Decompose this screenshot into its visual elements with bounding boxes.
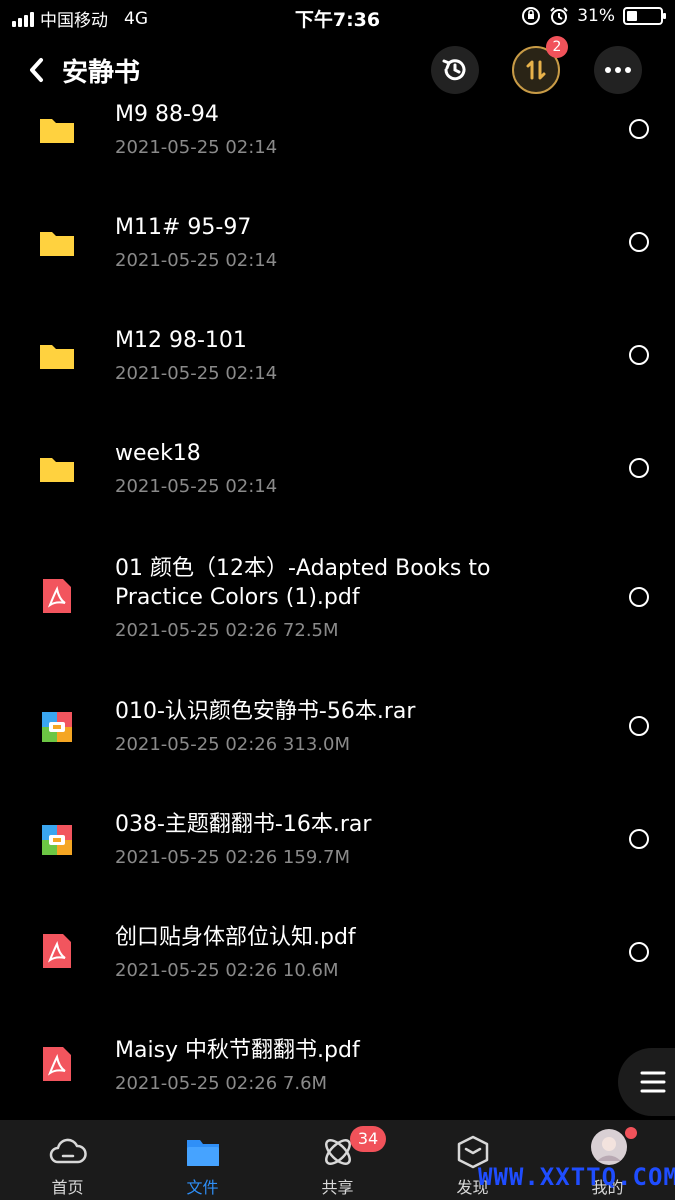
watermark: WWW.XXTTQ.COM [478, 1163, 675, 1191]
tab-share[interactable]: 34 共享 [270, 1120, 405, 1200]
notification-dot [625, 1127, 637, 1139]
item-meta: 2021-05-25 02:14 [115, 476, 278, 497]
transfer-icon [526, 60, 546, 80]
item-meta: 2021-05-25 02:26 313.0M [115, 734, 350, 755]
item-meta: 2021-05-25 02:14 [115, 137, 278, 158]
select-radio[interactable] [629, 458, 649, 478]
page-title: 安静书 [62, 58, 141, 88]
more-icon [605, 67, 631, 73]
select-radio[interactable] [629, 716, 649, 736]
back-button[interactable] [28, 52, 58, 88]
select-radio[interactable] [629, 232, 649, 252]
item-meta: 2021-05-25 02:14 [115, 363, 278, 384]
history-button[interactable] [431, 46, 479, 94]
more-button[interactable] [594, 46, 642, 94]
folder-icon [40, 232, 74, 256]
item-name: 创口贴身体部位认知.pdf [115, 925, 356, 950]
battery-icon [623, 7, 666, 25]
pdf-icon [43, 934, 71, 968]
cloud-icon [49, 1138, 87, 1164]
item-name-line2: Practice Colors (1).pdf [115, 585, 360, 610]
tab-files[interactable]: 文件 [135, 1120, 270, 1200]
item-name: M9 88-94 [115, 102, 219, 127]
tab-label: 共享 [321, 1178, 354, 1197]
item-name: 010-认识颜色安静书-56本.rar [115, 699, 416, 724]
floating-menu-button[interactable] [618, 1048, 675, 1116]
status-right: 31% [521, 6, 666, 26]
item-name: Maisy 中秋节翻翻书.pdf [115, 1038, 360, 1063]
history-icon [442, 59, 466, 81]
item-name: week18 [115, 441, 201, 466]
folder-icon [40, 458, 74, 482]
item-meta: 2021-05-25 02:26 10.6M [115, 960, 339, 981]
header: 安静书 2 [0, 36, 675, 100]
select-radio[interactable] [629, 829, 649, 849]
select-radio[interactable] [629, 345, 649, 365]
item-meta: 2021-05-25 02:26 159.7M [115, 847, 350, 868]
item-meta: 2021-05-25 02:26 72.5M [115, 620, 339, 641]
item-name: M11# 95-97 [115, 215, 252, 240]
item-meta: 2021-05-25 02:26 7.6M [115, 1073, 328, 1094]
select-radio[interactable] [629, 942, 649, 962]
menu-icon [640, 1071, 666, 1093]
status-bar: 中国移动 4G 下午7:36 31% [0, 0, 675, 34]
alarm-icon [550, 7, 568, 25]
transfer-button[interactable]: 2 [512, 36, 568, 94]
chevron-left-icon [30, 58, 43, 82]
tab-label: 文件 [186, 1178, 219, 1197]
transfer-badge: 2 [546, 36, 568, 58]
archive-icon [42, 712, 72, 742]
folder-icon [40, 119, 74, 143]
folder-icon [187, 1140, 219, 1166]
folder-icon [40, 345, 74, 369]
select-radio[interactable] [629, 119, 649, 139]
avatar-icon [591, 1129, 627, 1165]
item-name: 01 颜色（12本）-Adapted Books to [115, 556, 491, 581]
select-radio[interactable] [629, 587, 649, 607]
tab-home[interactable]: 首页 [0, 1120, 135, 1200]
pdf-icon [43, 1047, 71, 1081]
item-meta: 2021-05-25 02:14 [115, 250, 278, 271]
archive-icon [42, 825, 72, 855]
tab-label: 首页 [51, 1178, 84, 1197]
battery-percent: 31% [577, 6, 615, 26]
item-name: 038-主题翻翻书-16本.rar [115, 812, 372, 837]
share-badge: 34 [350, 1126, 386, 1152]
pdf-icon [43, 579, 71, 613]
rotation-lock-icon [522, 7, 541, 25]
item-name: M12 98-101 [115, 328, 247, 353]
